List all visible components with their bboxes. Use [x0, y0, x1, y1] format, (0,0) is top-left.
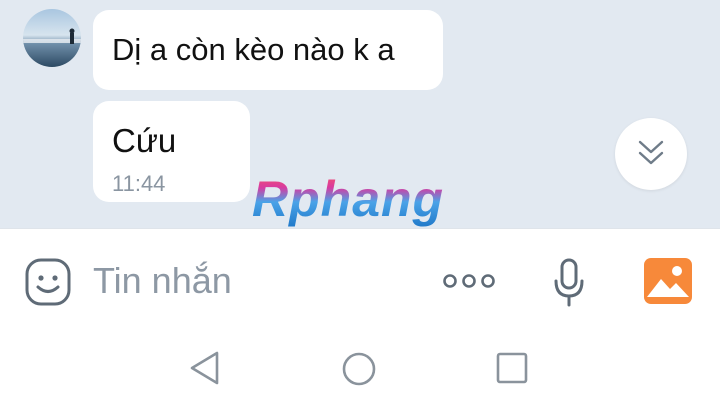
message-composer: Tin nhắn: [0, 228, 720, 333]
back-triangle-icon[interactable]: [189, 350, 221, 391]
system-navigation-bar: [0, 332, 720, 407]
recents-square-icon[interactable]: [495, 351, 529, 390]
more-dots-icon[interactable]: [442, 271, 496, 296]
message-bubble[interactable]: Cứu 11:44: [93, 101, 250, 202]
chat-area[interactable]: Dị a còn kèo nào k a Cứu 11:44 Rphang: [0, 0, 720, 228]
message-timestamp: 11:44: [112, 171, 166, 196]
avatar-photo: [23, 28, 81, 44]
home-circle-icon[interactable]: [341, 351, 377, 392]
message-text: Cứu: [112, 122, 177, 159]
image-gallery-icon[interactable]: [643, 257, 693, 310]
contact-avatar[interactable]: [23, 9, 81, 67]
message-bubble[interactable]: Dị a còn kèo nào k a: [93, 10, 443, 90]
message-input[interactable]: Tin nhắn: [93, 260, 232, 302]
smiley-sticker-icon[interactable]: [24, 257, 72, 312]
message-text: Dị a còn kèo nào k a: [112, 32, 395, 67]
double-chevron-down-icon: [638, 140, 664, 165]
microphone-icon[interactable]: [552, 257, 586, 314]
watermark-logo: Rphang: [252, 171, 445, 227]
scroll-to-bottom-button[interactable]: [615, 118, 687, 190]
